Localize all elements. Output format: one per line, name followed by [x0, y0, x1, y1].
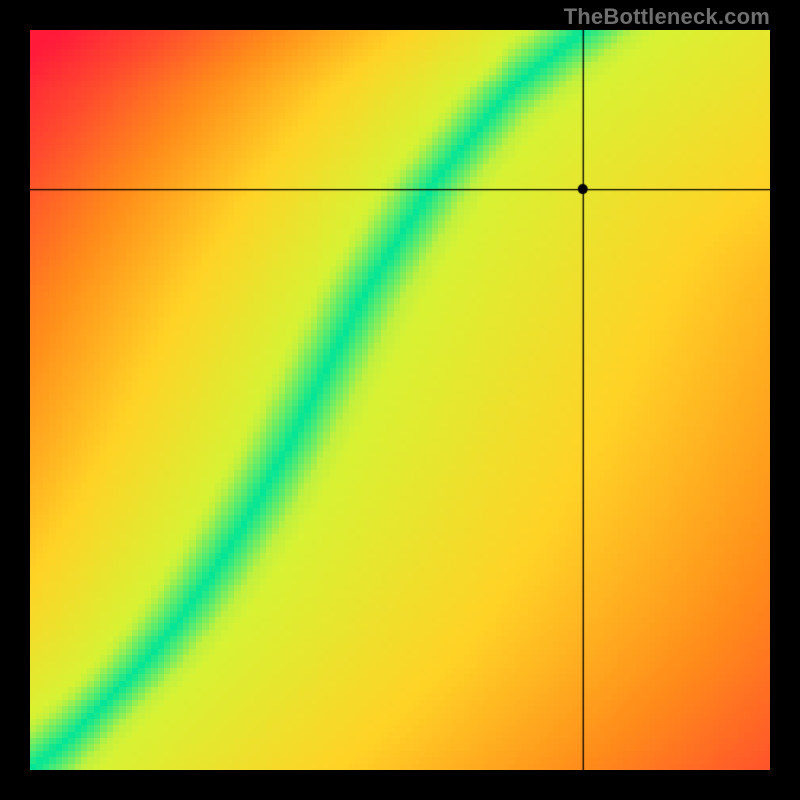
- chart-container: TheBottleneck.com: [0, 0, 800, 800]
- watermark-text: TheBottleneck.com: [564, 4, 770, 30]
- heatmap-canvas: [30, 30, 770, 770]
